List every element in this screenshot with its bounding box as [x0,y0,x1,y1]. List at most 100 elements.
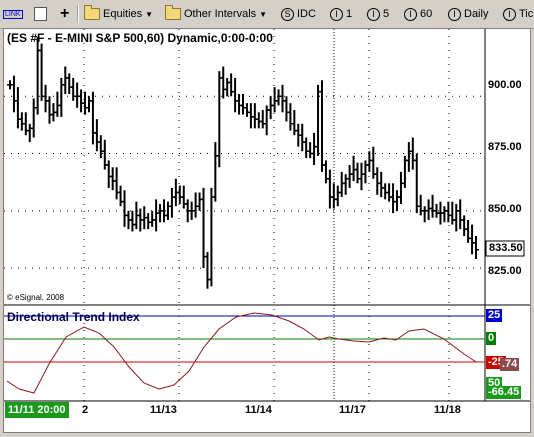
other-intervals-dropdown[interactable]: Other Intervals ▼ [165,4,267,24]
link-button[interactable]: LINK [3,4,23,24]
price-bar [22,112,29,136]
price-bar [232,77,239,113]
price-bar [93,119,100,152]
price-bar [413,153,420,214]
price-bar [330,183,337,209]
dti-value-partial: .74 [500,358,520,371]
price-bar [429,194,436,218]
price-bar [382,183,389,200]
price-bar [243,103,250,117]
price-bar [465,219,472,243]
date-label-partial: 2 [82,404,89,416]
price-bar [453,203,460,232]
price-bar [378,171,385,198]
price-bar [322,160,329,184]
equities-dropdown[interactable]: Equities ▼ [84,4,153,24]
price-bar [334,185,341,207]
symbol-type-button[interactable]: S IDC [281,4,316,24]
price-bar [212,142,219,202]
price-bar [354,162,361,184]
price-bar [220,66,227,99]
price-bar [421,206,428,223]
chevron-down-icon: ▼ [259,9,268,19]
price-bar [469,224,476,255]
price-bar [251,103,258,129]
copyright: © eSignal, 2008 [7,293,65,302]
interval-label: 5 [383,8,390,20]
price-bar [78,89,85,113]
price-bar [461,215,468,237]
price-bar [397,171,404,204]
price-bar [287,103,294,131]
link-icon: LINK [3,9,23,19]
interval-label: Daily [464,8,489,20]
price-bar [346,165,353,188]
price-bar [30,98,37,138]
price-chart[interactable] [4,29,531,433]
price-bar [374,167,381,195]
price-bar [82,91,89,115]
price-tick: 825.00 [488,265,522,277]
interval-daily-button[interactable]: I Daily [448,4,488,24]
chevron-down-icon: ▼ [145,9,154,19]
symbol-type-label: IDC [297,8,316,20]
price-bar [240,93,246,115]
i-circle-icon: I [404,7,417,21]
price-bar [145,213,152,230]
price-bar [54,91,61,117]
price-bar [180,185,187,209]
price-bar [62,66,69,94]
interval-5-button[interactable]: I 5 [367,4,389,24]
dti-level-upper-label: 25 [486,309,503,322]
price-bar [168,187,175,218]
chart-panel[interactable]: (ES #F - E-MINI S&P 500,60) Dynamic,0:00… [3,28,531,433]
s-circle-icon: S [281,7,294,21]
interval-60-button[interactable]: I 60 [404,4,432,24]
price-bars [7,36,479,289]
add-button[interactable]: + [60,4,69,24]
price-bar [236,93,243,115]
cursor-date: 11/11 20:00 [5,402,69,418]
price-bar [89,91,96,145]
price-bar [473,236,479,259]
price-tick: 900.00 [488,79,522,91]
price-bar [350,155,357,182]
interval-tick-button[interactable]: I Tic [503,4,533,24]
price-bar [303,137,310,159]
price-bar [46,96,53,124]
price-bar [338,171,345,198]
price-bar [34,36,41,115]
properties-button[interactable] [34,4,47,24]
price-bar [417,194,424,216]
toolbar: LINK + Equities ▼ Other Intervals ▼ S ID… [0,0,534,29]
price-bar [204,252,211,289]
price-bar [255,112,262,129]
i-circle-icon: I [448,7,461,21]
date-label: 11/14 [245,404,272,416]
date-label: 11/13 [150,404,177,416]
price-bar [362,160,369,184]
price-bar [153,199,160,232]
price-bar [315,84,322,156]
dti-level-zero-label: 0 [486,332,497,345]
price-bar [113,167,120,200]
dti-current-value: -66.45 [486,386,522,399]
price-tick: 850.00 [488,203,522,215]
interval-label: 60 [420,8,433,20]
price-bar [105,160,112,188]
price-bar [38,43,45,101]
chart-title: (ES #F - E-MINI S&P 500,60) Dynamic,0:00… [7,31,273,45]
price-tick: 875.00 [488,141,522,153]
price-bar [224,77,231,97]
price-bar [26,123,33,143]
i-circle-icon: I [503,7,516,21]
price-bar [394,190,401,211]
price-bar [390,183,397,214]
indicator-title: Directional Trend Index [7,310,140,324]
price-bar [70,77,77,101]
price-bar [326,169,333,209]
price-bar [192,192,199,218]
interval-1-button[interactable]: I 1 [330,4,352,24]
price-bar [228,73,235,97]
price-bar [161,199,168,223]
